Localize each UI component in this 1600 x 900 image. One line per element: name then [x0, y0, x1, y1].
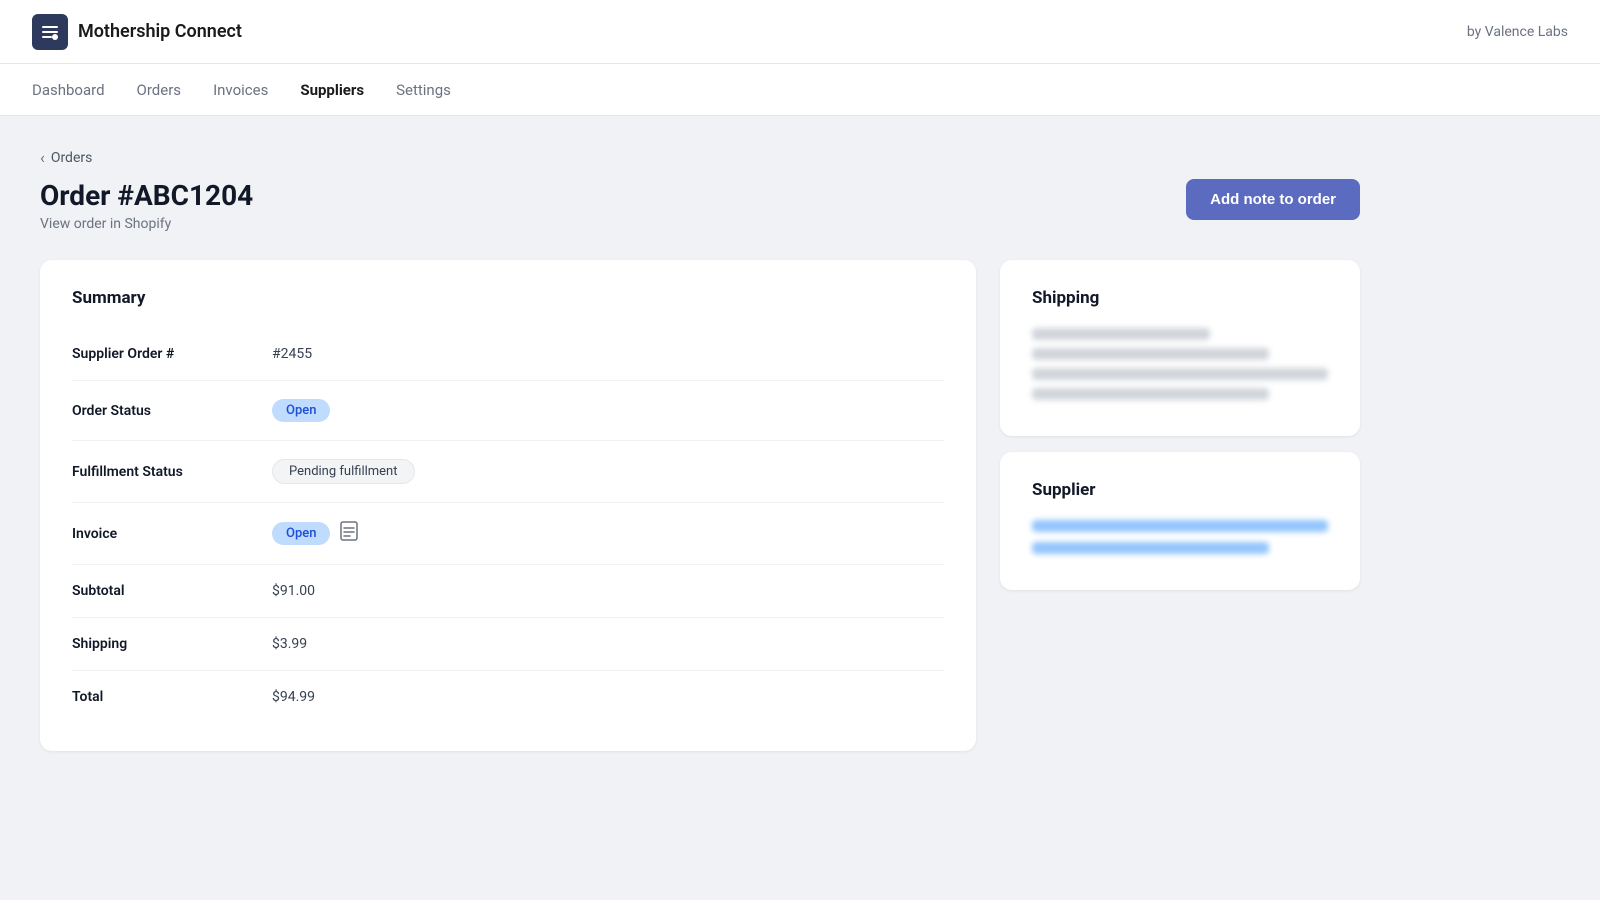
- row-value-total: $94.99: [272, 689, 315, 705]
- row-label-order-status: Order Status: [72, 403, 272, 419]
- supplier-card: Supplier: [1000, 452, 1360, 590]
- table-row: Shipping $3.99: [72, 618, 944, 671]
- brand: Mothership Connect: [32, 14, 242, 50]
- shipping-card: Shipping: [1000, 260, 1360, 436]
- app-title: Mothership Connect: [78, 21, 242, 42]
- row-value-supplier-order: #2455: [272, 346, 312, 362]
- page-title: Order #ABC1204: [40, 179, 253, 212]
- table-row: Subtotal $91.00: [72, 565, 944, 618]
- nav-settings[interactable]: Settings: [396, 77, 451, 103]
- supplier-info-line2: [1032, 542, 1269, 554]
- summary-card: Summary Supplier Order # #2455 Order Sta…: [40, 260, 976, 751]
- main-layout: Summary Supplier Order # #2455 Order Sta…: [40, 260, 1360, 751]
- back-chevron-icon: ‹: [40, 148, 45, 167]
- status-badge-pending: Pending fulfillment: [272, 459, 415, 484]
- nav-invoices[interactable]: Invoices: [213, 77, 268, 103]
- page-content: ‹ Orders Order #ABC1204 View order in Sh…: [0, 116, 1400, 783]
- row-value-invoice: Open: [272, 521, 358, 546]
- row-label-shipping: Shipping: [72, 636, 272, 652]
- table-row: Order Status Open: [72, 381, 944, 441]
- right-sidebar: Shipping Supplier: [1000, 260, 1360, 590]
- row-value-order-status: Open: [272, 399, 330, 422]
- invoice-badge-open: Open: [272, 522, 330, 545]
- page-title-group: Order #ABC1204 View order in Shopify: [40, 179, 253, 232]
- brand-icon: [32, 14, 68, 50]
- row-label-total: Total: [72, 689, 272, 705]
- shipping-address-line2: [1032, 348, 1269, 360]
- table-row: Supplier Order # #2455: [72, 328, 944, 381]
- breadcrumb[interactable]: ‹ Orders: [40, 148, 1360, 167]
- nav-orders[interactable]: Orders: [137, 77, 182, 103]
- status-badge-open: Open: [272, 399, 330, 422]
- nav-suppliers[interactable]: Suppliers: [300, 77, 364, 103]
- main-nav: Dashboard Orders Invoices Suppliers Sett…: [0, 64, 1600, 116]
- row-value-fulfillment: Pending fulfillment: [272, 459, 415, 484]
- shipping-address: [1032, 328, 1328, 400]
- add-note-button[interactable]: Add note to order: [1186, 179, 1360, 220]
- row-value-shipping: $3.99: [272, 636, 307, 652]
- invoice-document-icon[interactable]: [340, 521, 358, 546]
- by-label: by Valence Labs: [1467, 24, 1568, 40]
- table-row: Invoice Open: [72, 503, 944, 565]
- row-value-subtotal: $91.00: [272, 583, 315, 599]
- row-label-subtotal: Subtotal: [72, 583, 272, 599]
- breadcrumb-label: Orders: [51, 150, 93, 166]
- table-row: Total $94.99: [72, 671, 944, 723]
- supplier-info-line1: [1032, 520, 1328, 532]
- page-subtitle: View order in Shopify: [40, 216, 171, 232]
- supplier-info: [1032, 520, 1328, 554]
- row-label-fulfillment: Fulfillment Status: [72, 464, 272, 480]
- shipping-address-line1: [1032, 328, 1210, 340]
- shipping-address-line4: [1032, 388, 1269, 400]
- page-header: Order #ABC1204 View order in Shopify Add…: [40, 179, 1360, 232]
- app-header: Mothership Connect by Valence Labs: [0, 0, 1600, 64]
- row-label-supplier-order: Supplier Order #: [72, 346, 272, 362]
- supplier-title: Supplier: [1032, 480, 1328, 500]
- shipping-title: Shipping: [1032, 288, 1328, 308]
- row-label-invoice: Invoice: [72, 526, 272, 542]
- nav-dashboard[interactable]: Dashboard: [32, 77, 105, 103]
- shipping-address-line3: [1032, 368, 1328, 380]
- summary-title: Summary: [72, 288, 944, 308]
- table-row: Fulfillment Status Pending fulfillment: [72, 441, 944, 503]
